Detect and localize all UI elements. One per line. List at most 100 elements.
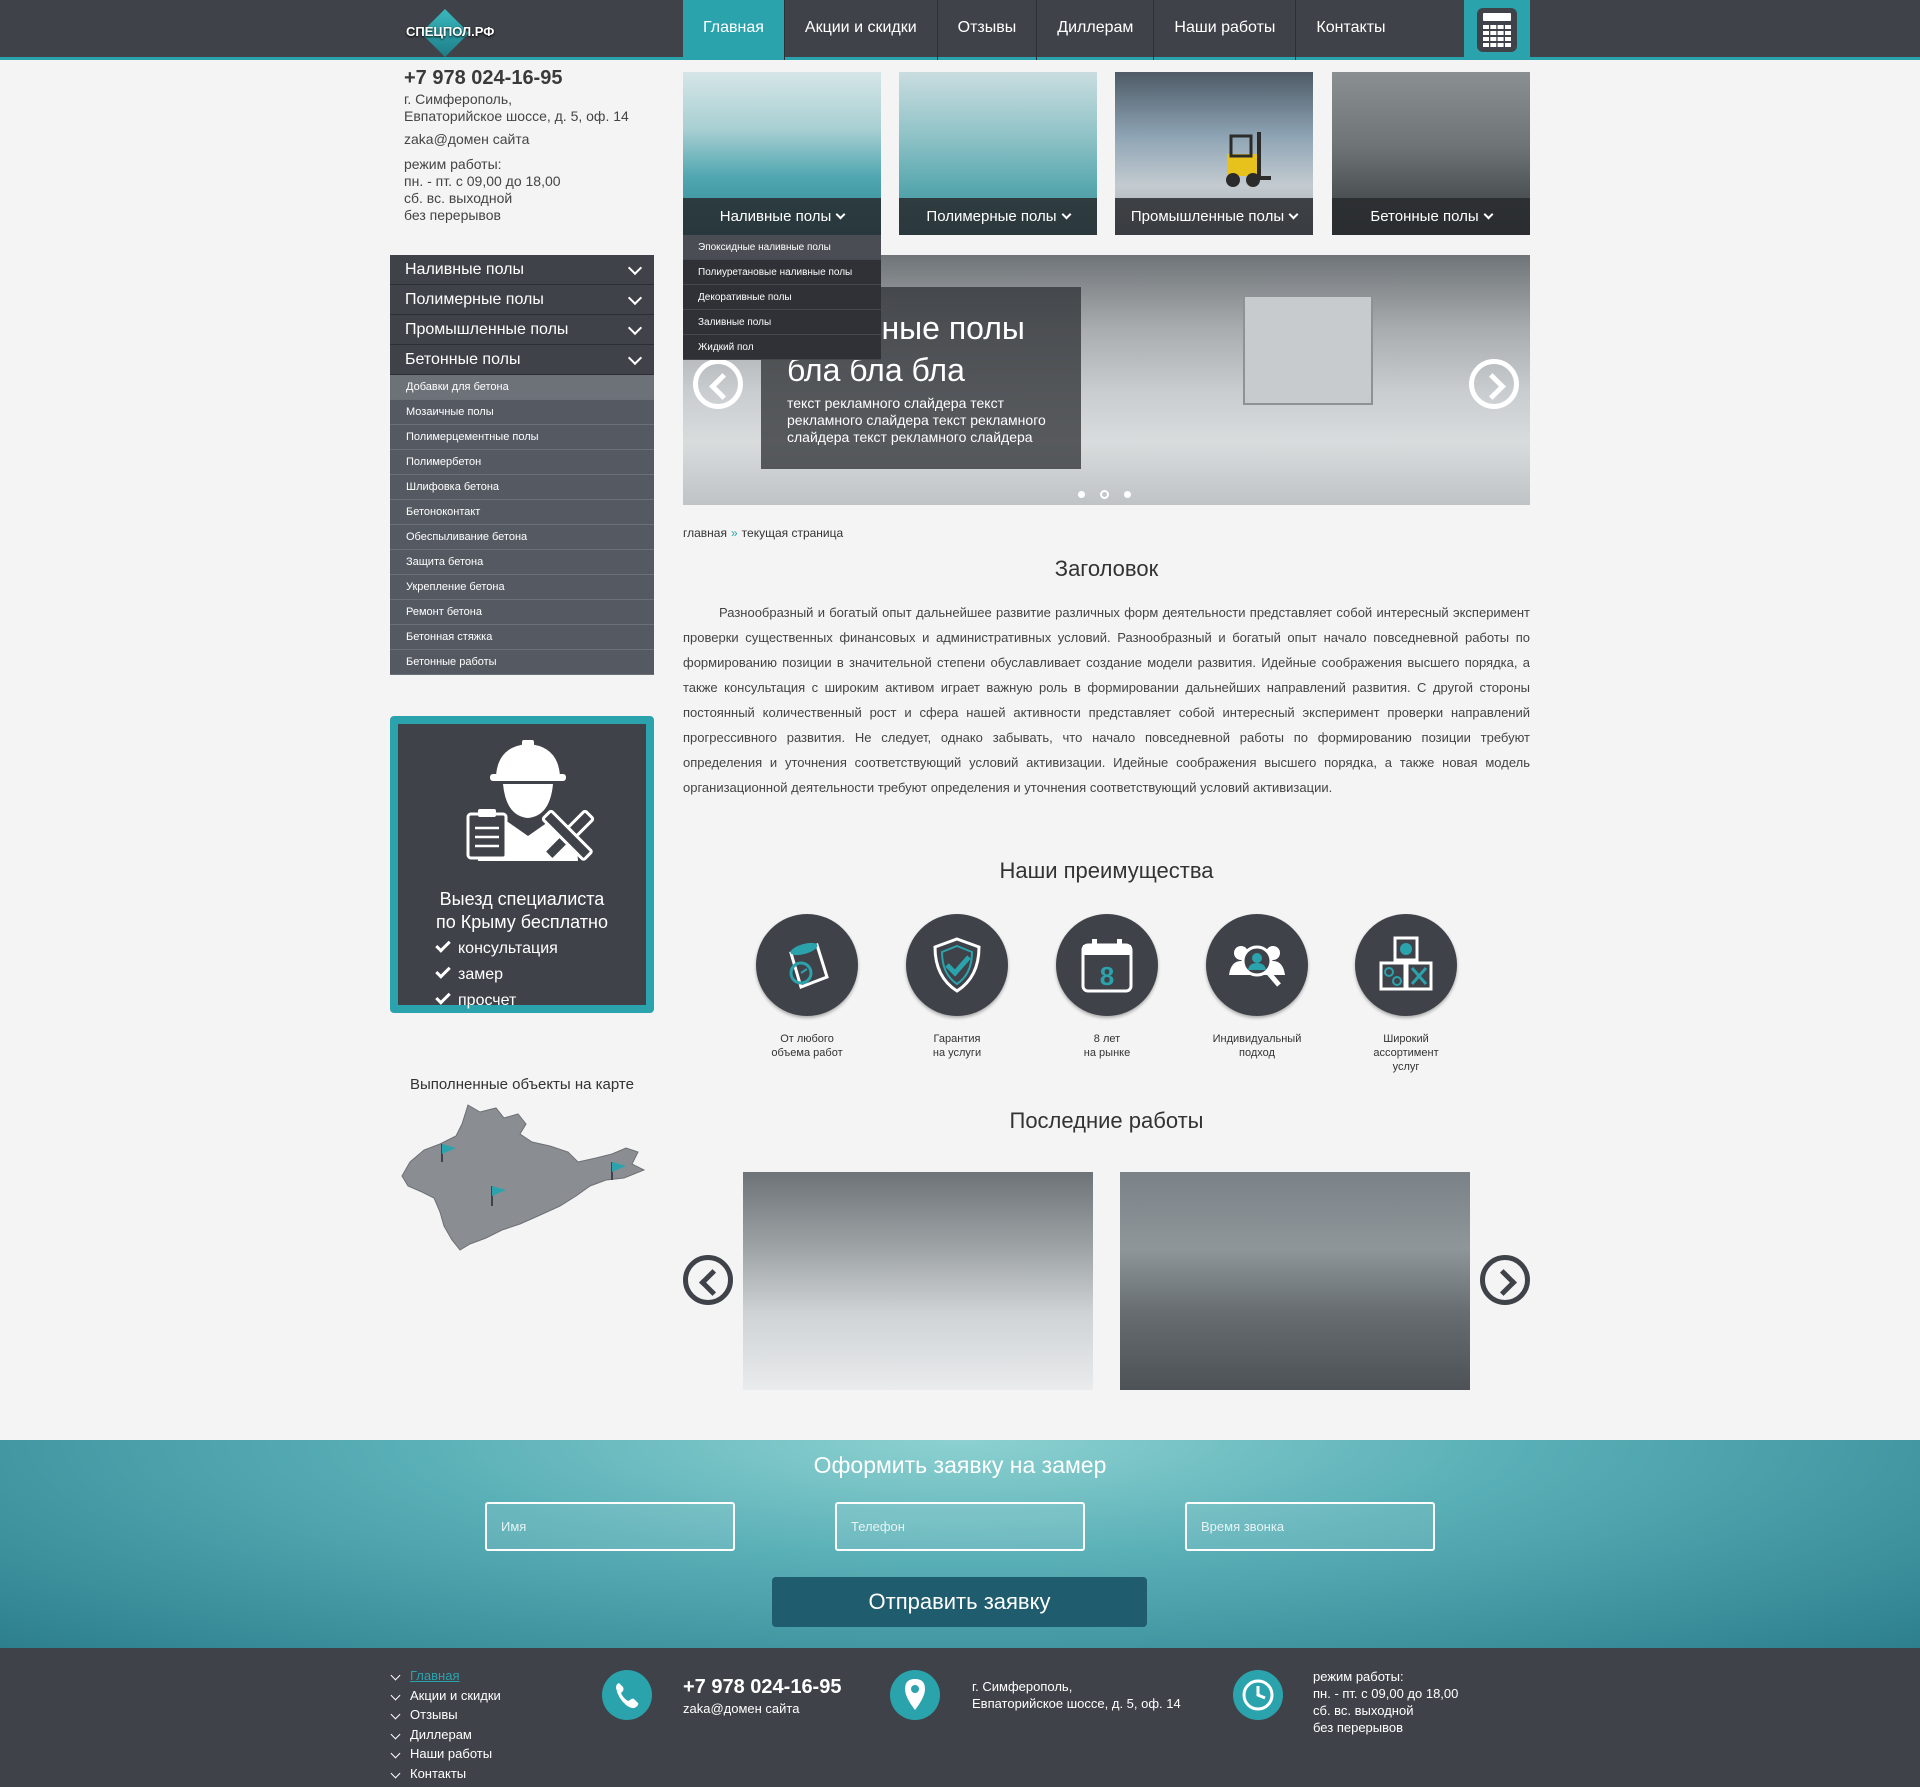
footer-phone-block: +7 978 024-16-95 zaka@домен сайта — [683, 1674, 841, 1717]
specialist-title: Выезд специалиста по Крыму бесплатно — [436, 889, 608, 932]
breadcrumb-home[interactable]: главная — [683, 526, 727, 540]
form-title: Оформить заявку на замер — [813, 1452, 1107, 1478]
shield-check-icon — [933, 937, 981, 993]
sidebar-subitem[interactable]: Шлифовка бетона — [390, 475, 654, 500]
sidebar-subitem[interactable]: Бетонные работы — [390, 650, 654, 675]
slider-next-button[interactable] — [1469, 359, 1519, 409]
boxes-icon — [1379, 936, 1433, 991]
tile-concrete[interactable]: Бетонные полы — [1332, 72, 1530, 235]
advantage-item: Широкий ассортимент услуг — [1346, 914, 1466, 1074]
logo[interactable]: СПЕЦПОЛ.РФ — [406, 8, 506, 58]
tile-industrial[interactable]: Промышленные полы — [1115, 72, 1313, 235]
sidebar-item-self-leveling[interactable]: Наливные полы — [390, 255, 654, 285]
dropdown-item[interactable]: Полиуретановые наливные полы — [683, 260, 881, 285]
footer-email[interactable]: zaka@домен сайта — [683, 1700, 841, 1717]
nav-item-promotions[interactable]: Акции и скидки — [785, 0, 938, 60]
sidebar-subitem[interactable]: Бетонная стяжка — [390, 625, 654, 650]
logo-text: СПЕЦПОЛ.РФ — [406, 24, 495, 39]
sidebar-subitem[interactable]: Полимербетон — [390, 450, 654, 475]
slider-dot[interactable] — [1078, 491, 1085, 498]
crimea-map[interactable] — [400, 1100, 650, 1260]
slider-dot[interactable] — [1100, 490, 1109, 499]
dropdown-item[interactable]: Заливные полы — [683, 310, 881, 335]
tile-self-leveling[interactable]: Наливные полы — [683, 72, 881, 235]
sidebar-subitem[interactable]: Ремонт бетона — [390, 600, 654, 625]
nav-item-reviews[interactable]: Отзывы — [938, 0, 1038, 60]
sidebar-subitem[interactable]: Укрепление бетона — [390, 575, 654, 600]
phone-field[interactable] — [835, 1502, 1085, 1551]
hours-line-2: сб. вс. выходной — [404, 190, 513, 206]
footer-nav-item[interactable]: Отзывы — [390, 1705, 501, 1725]
sidebar-item-concrete[interactable]: Бетонные полы — [390, 345, 654, 375]
sidebar-subitem[interactable]: Добавки для бетона — [390, 375, 654, 400]
advantage-item: 8 8 лет на рынке — [1047, 914, 1167, 1060]
dropdown-item[interactable]: Жидкий пол — [683, 335, 881, 360]
footer-nav-item[interactable]: Главная — [390, 1666, 501, 1686]
hours-line-3: без перерывов — [404, 207, 501, 223]
footer-phone[interactable]: +7 978 024-16-95 — [683, 1674, 841, 1700]
hours-title: режим работы: — [404, 156, 502, 172]
advantage-item: Гарантия на услуги — [897, 914, 1017, 1060]
submit-button[interactable]: Отправить заявку — [772, 1577, 1147, 1627]
footer-nav-item[interactable]: Контакты — [390, 1764, 501, 1784]
location-pin-icon — [890, 1670, 940, 1720]
email[interactable]: zaka@домен сайта — [404, 131, 654, 148]
list-item: замер — [435, 962, 558, 988]
sidebar-subitem[interactable]: Обеспыливание бетона — [390, 525, 654, 550]
phone-number[interactable]: +7 978 024-16-95 — [404, 68, 654, 88]
nav-item-contacts[interactable]: Контакты — [1296, 0, 1405, 60]
measurement-request-form: Оформить заявку на замер Отправить заявк… — [0, 1440, 1920, 1648]
slide-text: текст рекламного слайдера текст рекламно… — [787, 395, 1046, 445]
chevron-down-icon — [627, 320, 643, 336]
chevron-down-icon — [1061, 209, 1072, 220]
advantages-heading: Наши преимущества — [999, 858, 1214, 883]
chevron-down-icon — [627, 290, 643, 306]
footer-nav-item[interactable]: Наши работы — [390, 1744, 501, 1764]
sidebar-item-polymer[interactable]: Полимерные полы — [390, 285, 654, 315]
slider-prev-button[interactable] — [693, 359, 743, 409]
sidebar-subitem[interactable]: Полимерцементные полы — [390, 425, 654, 450]
sidebar-subitem[interactable]: Бетоноконтакт — [390, 500, 654, 525]
calculator-icon — [1477, 8, 1517, 52]
page-title: Заголовок — [1054, 556, 1159, 581]
article-body: Разнообразный и богатый опыт дальнейшее … — [683, 605, 1530, 795]
call-time-field[interactable] — [1185, 1502, 1435, 1551]
check-icon — [435, 963, 451, 979]
person-search-icon — [1229, 945, 1285, 987]
tile-polymer[interactable]: Полимерные полы — [899, 72, 1097, 235]
recent-works-heading: Последние работы — [1009, 1108, 1204, 1133]
nav-item-dealers[interactable]: Диллерам — [1037, 0, 1155, 60]
footer-nav-item[interactable]: Диллерам — [390, 1725, 501, 1745]
sidebar-item-industrial[interactable]: Промышленные полы — [390, 315, 654, 345]
advantage-item: От любого объема работ — [747, 914, 867, 1060]
slider-dot[interactable] — [1124, 491, 1131, 498]
phone-icon — [602, 1670, 652, 1720]
name-field[interactable] — [485, 1502, 735, 1551]
chevron-down-icon — [1288, 209, 1299, 220]
nav-item-home[interactable]: Главная — [683, 0, 785, 60]
header-contact: +7 978 024-16-95 г. Симферополь, Евпатор… — [404, 68, 654, 224]
work-image[interactable] — [743, 1172, 1093, 1390]
top-bar: СПЕЦПОЛ.РФ Главная Акции и скидки Отзывы… — [0, 0, 1920, 60]
footer-nav: Главная Акции и скидки Отзывы Диллерам Н… — [390, 1666, 501, 1783]
svg-text:8: 8 — [1100, 961, 1114, 991]
free-specialist-banner[interactable]: Выезд специалиста по Крыму бесплатно кон… — [390, 716, 654, 1013]
calculator-button[interactable] — [1464, 0, 1530, 60]
main-nav: Главная Акции и скидки Отзывы Диллерам Н… — [683, 0, 1406, 60]
dropdown-item[interactable]: Декоративные полы — [683, 285, 881, 310]
sidebar-subitem[interactable]: Защита бетона — [390, 550, 654, 575]
address-line-2: Евпаторийское шоссе, д. 5, оф. 14 — [404, 108, 629, 124]
works-next-button[interactable] — [1480, 1255, 1530, 1305]
footer-nav-item[interactable]: Акции и скидки — [390, 1686, 501, 1706]
forklift-icon — [1226, 132, 1271, 187]
nav-item-our-works[interactable]: Наши работы — [1154, 0, 1297, 60]
dropdown-item[interactable]: Эпоксидные наливные полы — [683, 235, 881, 260]
footer-address: г. Симферополь, Евпаторийское шоссе, д. … — [972, 1679, 1181, 1711]
specialist-list: консультация замер просчет — [435, 936, 558, 1014]
sidebar-subitem[interactable]: Мозаичные полы — [390, 400, 654, 425]
works-prev-button[interactable] — [683, 1255, 733, 1305]
paint-bucket-icon — [789, 942, 829, 989]
work-image[interactable] — [1120, 1172, 1470, 1390]
chevron-down-icon — [835, 209, 846, 220]
clock-icon — [1233, 1670, 1283, 1720]
